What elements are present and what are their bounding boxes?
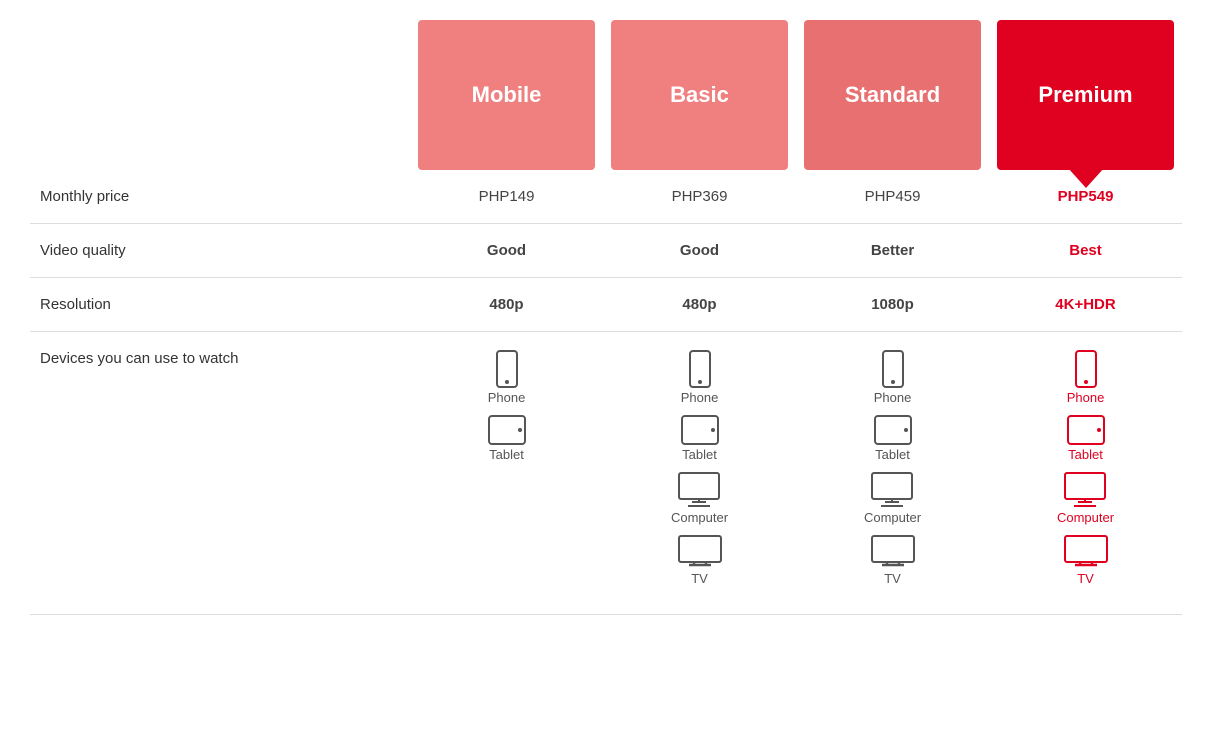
price-mobile: PHP149 [410, 188, 603, 205]
plan-label-basic: Basic [670, 82, 729, 108]
phone-icon [493, 350, 521, 388]
device-standard-computer: Computer [864, 472, 921, 525]
devices-premium: Phone Tablet Computer [989, 350, 1182, 596]
header-empty [30, 20, 410, 170]
phone-label: Phone [874, 390, 912, 405]
plan-card-basic: Basic [611, 20, 788, 170]
device-premium-tv: TV [1064, 535, 1108, 586]
header-premium: Premium [989, 20, 1182, 170]
computer-label: Computer [1057, 510, 1114, 525]
device-standard-phone: Phone [874, 350, 912, 405]
header-mobile: Mobile [410, 20, 603, 170]
resolution-premium: 4K+HDR [989, 296, 1182, 313]
computer-icon [1064, 472, 1106, 508]
quality-mobile: Good [410, 242, 603, 259]
monthly-price-row: Monthly price PHP149 PHP369 PHP459 PHP54… [30, 170, 1182, 224]
device-premium-phone: Phone [1067, 350, 1105, 405]
devices-standard: Phone Tablet Computer [796, 350, 989, 596]
plan-label-premium: Premium [1038, 82, 1132, 108]
phone-label: Phone [1067, 390, 1105, 405]
plan-card-mobile: Mobile [418, 20, 595, 170]
device-standard-tablet: Tablet [874, 415, 912, 462]
comparison-table: Mobile Basic Standard Premium Monthly pr… [0, 0, 1212, 635]
phone-label: Phone [488, 390, 526, 405]
device-mobile-phone: Phone [488, 350, 526, 405]
header-basic: Basic [603, 20, 796, 170]
device-basic-phone: Phone [681, 350, 719, 405]
header-standard: Standard [796, 20, 989, 170]
header-row: Mobile Basic Standard Premium [30, 20, 1182, 170]
plan-label-mobile: Mobile [472, 82, 542, 108]
plan-card-premium: Premium [997, 20, 1174, 170]
computer-icon [871, 472, 913, 508]
price-premium: PHP549 [989, 188, 1182, 205]
plan-card-standard: Standard [804, 20, 981, 170]
phone-icon [879, 350, 907, 388]
tv-icon [1064, 535, 1108, 569]
resolution-label: Resolution [30, 296, 410, 313]
tv-label: TV [1077, 571, 1094, 586]
computer-icon [678, 472, 720, 508]
video-quality-row: Video quality Good Good Better Best [30, 224, 1182, 278]
tablet-icon [874, 415, 912, 445]
tablet-icon [681, 415, 719, 445]
tablet-label: Tablet [682, 447, 717, 462]
phone-icon [686, 350, 714, 388]
phone-label: Phone [681, 390, 719, 405]
resolution-standard: 1080p [796, 296, 989, 313]
price-basic: PHP369 [603, 188, 796, 205]
tablet-icon [488, 415, 526, 445]
computer-label: Computer [671, 510, 728, 525]
quality-standard: Better [796, 242, 989, 259]
resolution-row: Resolution 480p 480p 1080p 4K+HDR [30, 278, 1182, 332]
video-quality-label: Video quality [30, 242, 410, 259]
resolution-mobile: 480p [410, 296, 603, 313]
device-basic-tablet: Tablet [681, 415, 719, 462]
tablet-label: Tablet [489, 447, 524, 462]
tv-icon [871, 535, 915, 569]
phone-icon [1072, 350, 1100, 388]
device-premium-tablet: Tablet [1067, 415, 1105, 462]
devices-mobile: Phone Tablet [410, 350, 603, 472]
devices-label: Devices you can use to watch [30, 350, 410, 367]
plan-label-standard: Standard [845, 82, 940, 108]
tv-label: TV [691, 571, 708, 586]
tv-label: TV [884, 571, 901, 586]
devices-basic: Phone Tablet Computer [603, 350, 796, 596]
quality-basic: Good [603, 242, 796, 259]
resolution-basic: 480p [603, 296, 796, 313]
quality-premium: Best [989, 242, 1182, 259]
monthly-price-label: Monthly price [30, 188, 410, 205]
tablet-icon [1067, 415, 1105, 445]
device-standard-tv: TV [871, 535, 915, 586]
device-mobile-tablet: Tablet [488, 415, 526, 462]
devices-row: Devices you can use to watch Phone Table… [30, 332, 1182, 615]
tablet-label: Tablet [875, 447, 910, 462]
device-premium-computer: Computer [1057, 472, 1114, 525]
tv-icon [678, 535, 722, 569]
price-standard: PHP459 [796, 188, 989, 205]
computer-label: Computer [864, 510, 921, 525]
device-basic-tv: TV [678, 535, 722, 586]
device-basic-computer: Computer [671, 472, 728, 525]
tablet-label: Tablet [1068, 447, 1103, 462]
